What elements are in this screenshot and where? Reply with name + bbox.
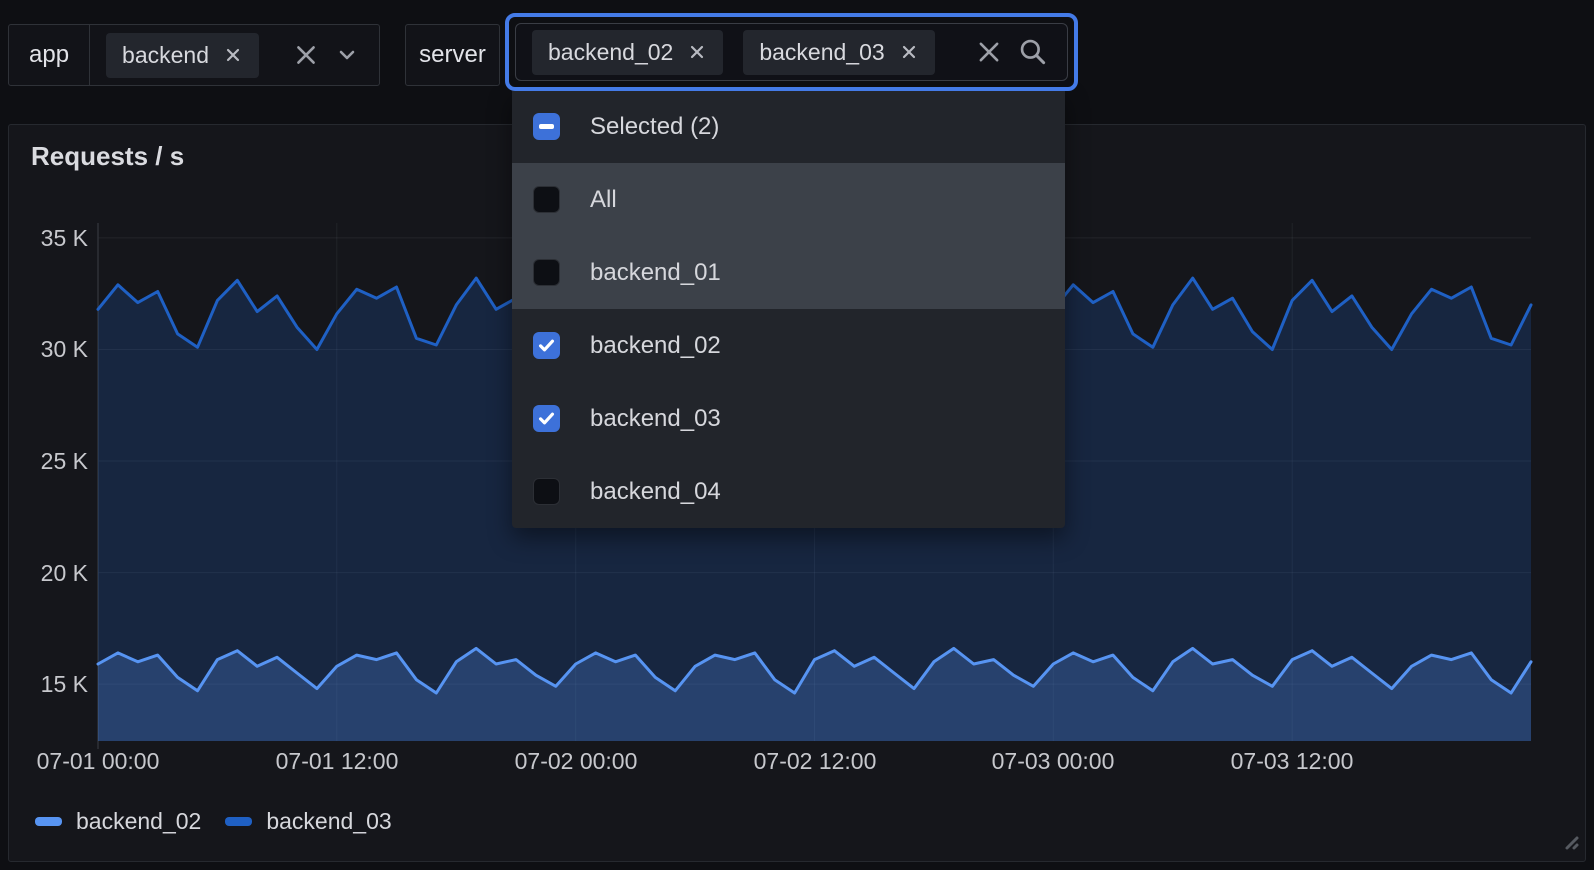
legend: backend_02 backend_03 <box>35 803 392 839</box>
x-tick-label: 07-02 12:00 <box>730 747 900 775</box>
x-tick-label: 07-02 00:00 <box>491 747 661 775</box>
app-variable-label: app <box>9 25 90 85</box>
app-variable-control[interactable]: app backend <box>8 24 380 86</box>
y-tick-label: 20 K <box>26 559 88 587</box>
x-tick-label: 07-01 00:00 <box>13 747 183 775</box>
checkbox-unchecked-icon[interactable] <box>533 259 560 286</box>
filter-tag-label: backend <box>122 42 209 69</box>
dropdown-option-label: All <box>590 186 617 214</box>
dropdown-option-backend-04[interactable]: backend_04 <box>512 455 1065 528</box>
y-tick-label: 25 K <box>26 447 88 475</box>
y-tick-label: 15 K <box>26 670 88 698</box>
filter-tag[interactable]: backend <box>106 33 259 78</box>
remove-tag-icon[interactable] <box>687 42 707 62</box>
x-tick-label: 07-03 00:00 <box>968 747 1138 775</box>
legend-item-backend_02[interactable]: backend_02 <box>35 808 201 835</box>
dropdown-option-all[interactable]: All <box>512 163 1065 236</box>
dropdown-option-label: Selected (2) <box>590 113 719 141</box>
checkbox-unchecked-icon[interactable] <box>533 478 560 505</box>
app-control-icons <box>293 42 363 68</box>
legend-swatch-icon <box>225 817 252 826</box>
clear-icon[interactable] <box>975 38 1003 66</box>
search-icon <box>1017 36 1049 68</box>
filter-tag[interactable]: backend_02 <box>532 30 723 75</box>
x-tick-label: 07-01 12:00 <box>252 747 422 775</box>
checkbox-indeterminate-icon[interactable] <box>533 113 560 140</box>
legend-label: backend_03 <box>266 808 391 835</box>
filter-tag-label: backend_03 <box>759 39 884 66</box>
checkbox-unchecked-icon[interactable] <box>533 186 560 213</box>
remove-tag-icon[interactable] <box>899 42 919 62</box>
filter-tag-label: backend_02 <box>548 39 673 66</box>
server-multiselect-input[interactable]: backend_02 backend_03 <box>515 23 1068 81</box>
app-tag-list: backend <box>106 33 259 78</box>
checkbox-checked-icon[interactable] <box>533 332 560 359</box>
dropdown-option-label: backend_02 <box>590 332 721 360</box>
remove-tag-icon[interactable] <box>223 45 243 65</box>
server-variable-label: server <box>405 24 500 86</box>
dropdown-option-label: backend_04 <box>590 478 721 506</box>
server-tag-list: backend_02 backend_03 <box>532 30 935 75</box>
dropdown-option-backend-03[interactable]: backend_03 <box>512 382 1065 455</box>
server-control-icons <box>975 36 1051 68</box>
legend-item-backend_03[interactable]: backend_03 <box>225 808 391 835</box>
legend-swatch-icon <box>35 817 62 826</box>
dropdown-option-label: backend_03 <box>590 405 721 433</box>
checkbox-checked-icon[interactable] <box>533 405 560 432</box>
y-tick-label: 35 K <box>26 224 88 252</box>
filter-tag[interactable]: backend_03 <box>743 30 934 75</box>
chevron-down-icon[interactable] <box>335 43 359 67</box>
y-tick-label: 30 K <box>26 335 88 363</box>
app-variable-value[interactable]: backend <box>90 25 379 85</box>
clear-icon[interactable] <box>293 42 319 68</box>
dropdown-option-backend-01[interactable]: backend_01 <box>512 236 1065 309</box>
x-tick-label: 07-03 12:00 <box>1207 747 1377 775</box>
dropdown-option-backend-02[interactable]: backend_02 <box>512 309 1065 382</box>
dropdown-option-selected-2-[interactable]: Selected (2) <box>512 90 1065 163</box>
legend-label: backend_02 <box>76 808 201 835</box>
server-options-dropdown: Selected (2) All backend_01 backend_02backe… <box>512 90 1065 528</box>
dropdown-option-label: backend_01 <box>590 259 721 287</box>
server-variable-control-focused[interactable]: backend_02 backend_03 <box>505 13 1078 91</box>
resize-handle-icon[interactable] <box>1556 827 1580 856</box>
